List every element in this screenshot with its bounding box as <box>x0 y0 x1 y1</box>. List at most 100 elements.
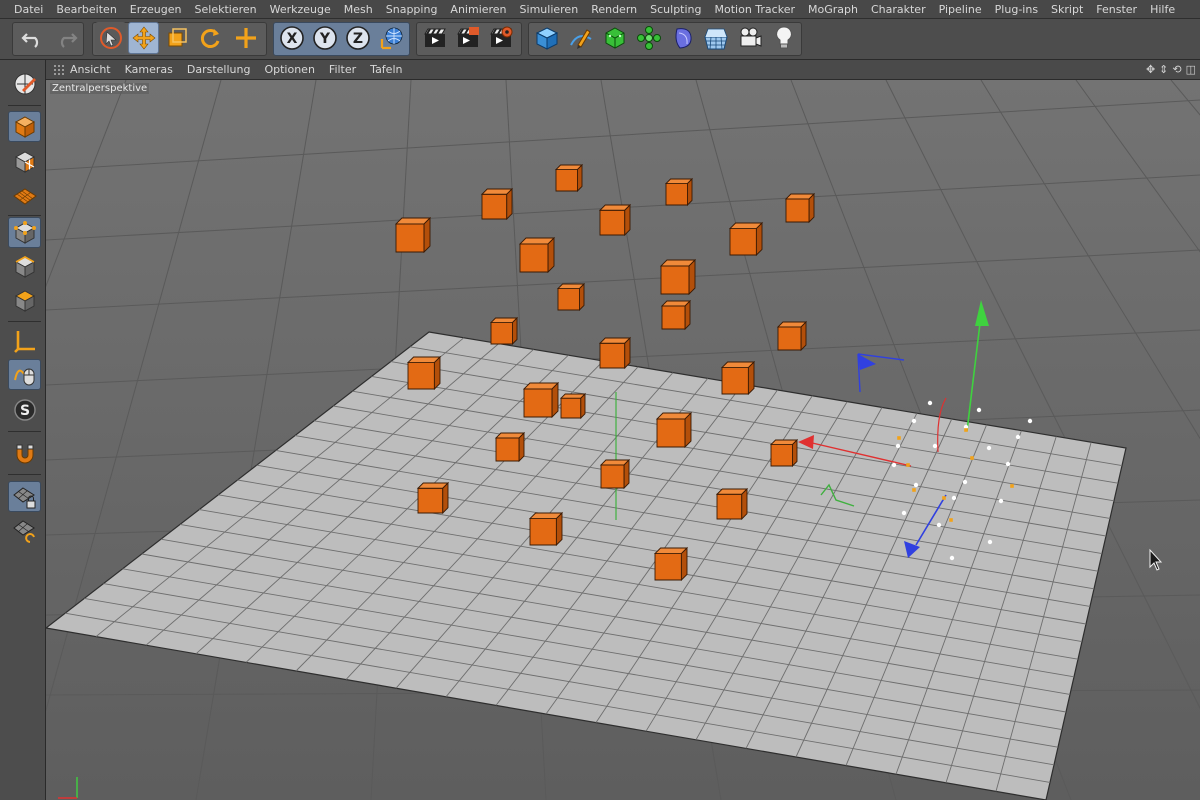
world-coordinates-button[interactable] <box>376 22 407 54</box>
redo-button[interactable] <box>50 22 81 54</box>
deformer-button[interactable] <box>667 22 698 54</box>
pen-button[interactable] <box>565 22 596 54</box>
cube-face-front <box>395 223 425 253</box>
axis-x-button[interactable]: X <box>276 22 307 54</box>
render-picture-button[interactable] <box>452 22 483 54</box>
orbit-icon[interactable]: ⟲ <box>1172 63 1181 77</box>
live-selection-button[interactable] <box>95 22 126 54</box>
viewport-menu-kameras[interactable]: Kameras <box>125 63 173 76</box>
texture-mode-button[interactable] <box>8 146 41 177</box>
cube-face-side <box>423 216 431 254</box>
cube-button[interactable] <box>531 22 562 54</box>
viewport-menu-darstellung[interactable]: Darstellung <box>187 63 251 76</box>
cinema4d-window: Datei Bearbeiten Erzeugen Selektieren We… <box>0 0 1200 800</box>
lock-workplane-button[interactable] <box>8 481 41 512</box>
edges-mode-button[interactable] <box>8 251 41 282</box>
menu-skript[interactable]: Skript <box>1051 3 1083 16</box>
cube-face-side <box>624 203 631 237</box>
workplane-align-button[interactable] <box>8 515 41 546</box>
axis-z-label: Z <box>352 31 362 47</box>
deformer-icon <box>675 28 692 49</box>
make-editable-icon <box>14 73 36 94</box>
points-mode-button[interactable] <box>8 217 41 248</box>
add-object-button[interactable] <box>230 22 261 54</box>
menu-sculpting[interactable]: Sculpting <box>650 3 701 16</box>
menu-mesh[interactable]: Mesh <box>344 3 373 16</box>
menu-hilfe[interactable]: Hilfe <box>1150 3 1175 16</box>
cube-clone <box>494 431 526 463</box>
selected-point <box>936 522 942 528</box>
grip-icon[interactable] <box>54 65 64 75</box>
menu-fenster[interactable]: Fenster <box>1096 3 1137 16</box>
menu-simulieren[interactable]: Simulieren <box>520 3 579 16</box>
cube-face-side <box>684 411 692 449</box>
solo-button[interactable]: S <box>8 394 41 425</box>
cube-clone <box>776 320 808 352</box>
workplane-align-icon <box>12 519 35 543</box>
viewport-menu-filter[interactable]: Filter <box>329 63 356 76</box>
viewport-menu-tafeln[interactable]: Tafeln <box>370 63 402 76</box>
cloner-button[interactable] <box>633 22 664 54</box>
menu-pipeline[interactable]: Pipeline <box>939 3 982 16</box>
cube-face-front <box>529 518 557 546</box>
cube-clone <box>528 511 564 547</box>
toggle-views-icon[interactable]: ◫ <box>1186 63 1196 77</box>
workplane-button[interactable] <box>8 181 41 212</box>
dolly-icon[interactable]: ⇕ <box>1159 63 1168 77</box>
viewport-nav: ✥ ⇕ ⟲ ◫ <box>1146 63 1196 77</box>
menu-mograph[interactable]: MoGraph <box>808 3 858 16</box>
polygons-mode-button[interactable] <box>8 285 41 316</box>
cube-face-front <box>599 209 626 236</box>
tweak-mouse-icon <box>13 368 34 385</box>
menu-datei[interactable]: Datei <box>14 3 43 16</box>
scale-button[interactable] <box>161 22 192 54</box>
selected-point <box>913 482 919 488</box>
cube-face-side <box>684 299 691 331</box>
selected-handle <box>970 456 974 460</box>
menu-animieren[interactable]: Animieren <box>450 3 506 16</box>
menu-erzeugen[interactable]: Erzeugen <box>130 3 182 16</box>
cube-clone <box>769 438 799 468</box>
selected-handle <box>949 518 953 522</box>
pan-icon[interactable]: ✥ <box>1146 63 1155 77</box>
tweak-mode-button[interactable] <box>8 359 41 390</box>
menu-rendern[interactable]: Rendern <box>591 3 637 16</box>
viewport-menu-optionen[interactable]: Optionen <box>264 63 314 76</box>
menu-bearbeiten[interactable]: Bearbeiten <box>56 3 116 16</box>
scale-icon <box>168 28 187 47</box>
viewport-menu-ansicht[interactable]: Ansicht <box>70 63 111 76</box>
axis-y-label: Y <box>318 31 330 47</box>
floor-button[interactable] <box>700 22 731 54</box>
render-settings-button[interactable] <box>485 22 516 54</box>
snap-button[interactable] <box>8 438 41 469</box>
render-view-button[interactable] <box>419 22 450 54</box>
cube-face-side <box>688 258 696 296</box>
menu-motion-tracker[interactable]: Motion Tracker <box>715 3 795 16</box>
menu-plug-ins[interactable]: Plug-ins <box>995 3 1038 16</box>
axis-y-button[interactable]: Y <box>309 22 340 54</box>
cube-face-front <box>599 342 626 369</box>
3d-viewport[interactable]: Zentralperspektive <box>46 80 1200 800</box>
axis-mode-button[interactable] <box>8 325 41 356</box>
model-mode-button[interactable] <box>8 111 41 142</box>
axis-z-icon: Z <box>345 26 370 50</box>
axis-z-button[interactable]: Z <box>342 22 373 54</box>
menu-werkzeuge[interactable]: Werkzeuge <box>270 3 331 16</box>
make-editable-button[interactable] <box>8 68 41 99</box>
scene-canvas[interactable] <box>46 80 1200 800</box>
rotate-button[interactable] <box>194 22 225 54</box>
menu-snapping[interactable]: Snapping <box>386 3 438 16</box>
undo-button[interactable] <box>17 22 48 54</box>
subdivision-button[interactable] <box>599 22 630 54</box>
pen-spline-icon <box>569 29 592 49</box>
polygons-mode-icon <box>14 289 35 312</box>
light-button[interactable] <box>768 22 799 54</box>
move-button[interactable] <box>128 22 159 54</box>
selected-point <box>1005 461 1011 467</box>
selected-point <box>901 510 907 516</box>
menu-selektieren[interactable]: Selektieren <box>195 3 257 16</box>
add-object-icon <box>235 28 256 48</box>
menu-charakter[interactable]: Charakter <box>871 3 926 16</box>
camera-button[interactable] <box>734 22 765 54</box>
cube-face-front <box>729 228 757 256</box>
